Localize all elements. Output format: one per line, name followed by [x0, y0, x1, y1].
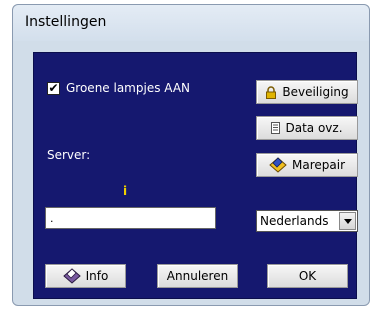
- ok-button-label: OK: [298, 269, 317, 283]
- ok-button[interactable]: OK: [267, 264, 348, 288]
- security-button[interactable]: Beveiliging: [256, 80, 358, 104]
- server-input[interactable]: [45, 207, 216, 229]
- info-button-label: Info: [85, 269, 109, 283]
- lock-icon: [265, 85, 277, 99]
- marepair-button-label: Marepair: [292, 158, 345, 172]
- server-info-marker: i: [123, 184, 128, 198]
- window-title: Instellingen: [25, 14, 107, 30]
- green-lights-option[interactable]: ✔ Groene lampjes AAN: [47, 81, 190, 95]
- info-tools-icon: [62, 268, 81, 284]
- chevron-down-icon[interactable]: [339, 212, 356, 230]
- marepair-button[interactable]: Marepair: [256, 153, 358, 177]
- cancel-button-label: Annuleren: [166, 269, 229, 283]
- info-button[interactable]: Info: [45, 264, 126, 288]
- settings-window: Instellingen ✔ Groene lampjes AAN Server…: [12, 4, 370, 306]
- language-select[interactable]: Nederlands: [256, 210, 358, 232]
- title-bar[interactable]: Instellingen: [13, 5, 369, 41]
- data-overview-button-label: Data ovz.: [285, 121, 343, 135]
- settings-panel: ✔ Groene lampjes AAN Server: i Beveiligi…: [33, 52, 358, 299]
- document-icon: [271, 122, 281, 134]
- green-lights-label: Groene lampjes AAN: [66, 81, 191, 95]
- server-label: Server:: [47, 148, 91, 162]
- green-lights-checkbox[interactable]: ✔: [47, 81, 60, 95]
- language-selected-value: Nederlands: [260, 214, 329, 228]
- cancel-button[interactable]: Annuleren: [157, 264, 238, 288]
- tools-icon: [269, 157, 287, 173]
- security-button-label: Beveiliging: [282, 85, 349, 99]
- data-overview-button[interactable]: Data ovz.: [256, 116, 358, 140]
